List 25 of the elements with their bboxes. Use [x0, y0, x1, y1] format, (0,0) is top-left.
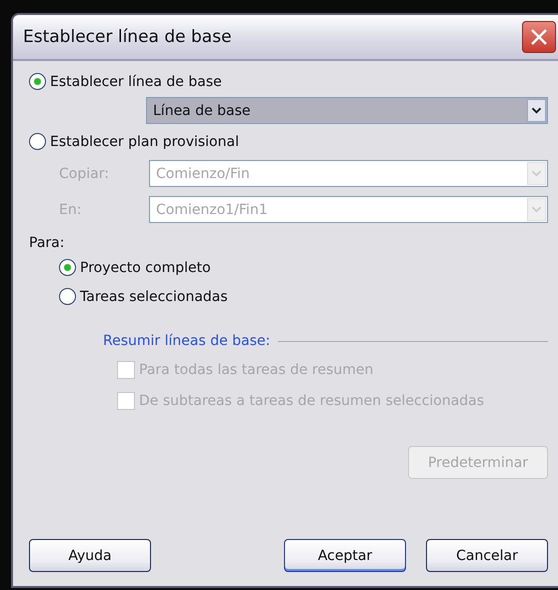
radio-label[interactable]: Proyecto completo	[80, 260, 211, 276]
dialog-button[interactable]: Cancelar	[426, 539, 548, 572]
group-title: Resumir líneas de base:	[103, 333, 270, 349]
dropdown-value: Línea de base	[153, 102, 251, 118]
radio-button[interactable]	[29, 133, 46, 150]
chevron-down-icon	[527, 162, 546, 185]
baseline-dropdown[interactable]: Línea de base	[146, 97, 548, 124]
field-label: En:	[58, 202, 82, 218]
dropdown-value: Comienzo/Fin	[156, 166, 250, 182]
close-icon	[530, 28, 548, 46]
window-title: Establecer línea de base	[23, 27, 232, 47]
dialog-button[interactable]: Ayuda	[29, 539, 151, 572]
chevron-down-icon	[527, 99, 546, 122]
radio-label[interactable]: Tareas seleccionadas	[80, 288, 228, 304]
radio-label[interactable]: Establecer plan provisional	[50, 134, 239, 150]
radio-button[interactable]	[59, 259, 76, 276]
dropdown-value: Comienzo1/Fin1	[156, 202, 268, 218]
radio-button[interactable]	[29, 73, 46, 90]
dialog-button[interactable]: Aceptar	[284, 539, 406, 572]
radio-button[interactable]	[59, 288, 76, 305]
close-button[interactable]	[522, 21, 556, 53]
field-label: Copiar:	[58, 166, 110, 182]
chevron-down-icon	[527, 198, 546, 221]
radio-label[interactable]: Establecer línea de base	[50, 74, 222, 90]
section-label: Para:	[29, 235, 64, 251]
